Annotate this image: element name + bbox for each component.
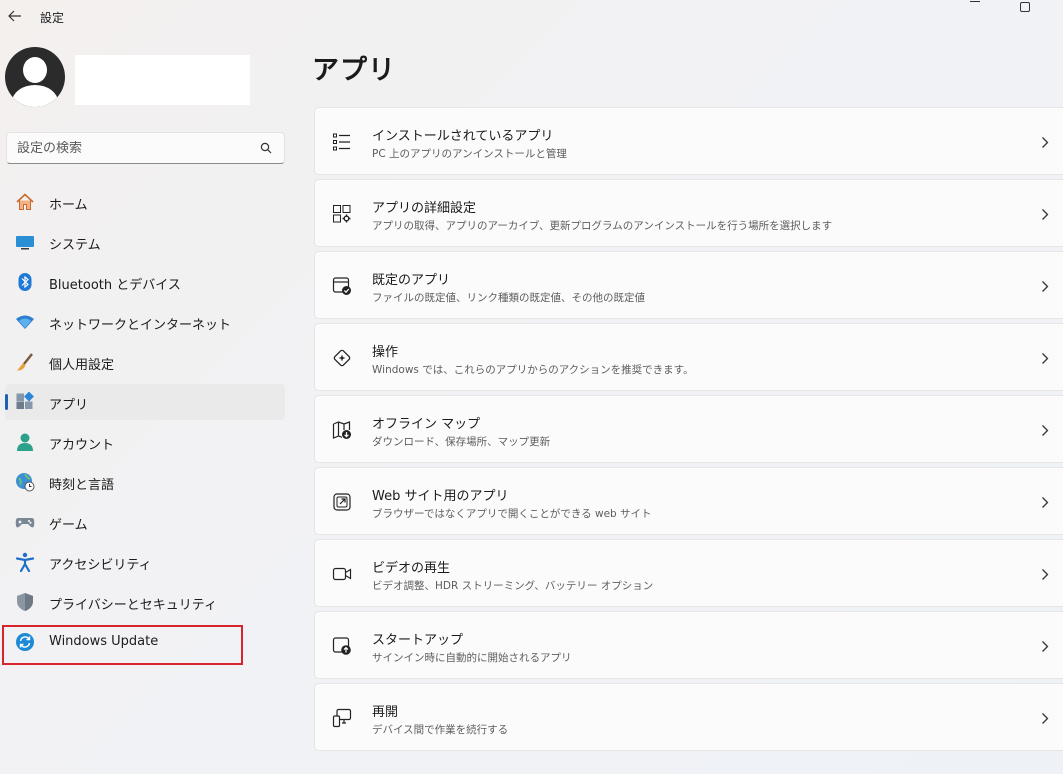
sidebar-item-apps[interactable]: アプリ xyxy=(5,384,285,420)
card-title: インストールされているアプリ xyxy=(372,129,554,144)
sidebar-item-label: 個人用設定 xyxy=(49,358,115,373)
card-title: 再開 xyxy=(372,705,399,720)
accessibility-icon xyxy=(15,552,35,572)
card-title: アプリの詳細設定 xyxy=(372,201,477,216)
system-icon xyxy=(15,232,35,252)
sidebar-item-label: システム xyxy=(49,238,101,253)
selection-indicator xyxy=(5,394,8,410)
video-icon xyxy=(331,563,353,585)
card-title: スタートアップ xyxy=(372,633,464,648)
back-arrow-icon xyxy=(8,10,21,22)
sidebar-item-gaming[interactable]: ゲーム xyxy=(5,504,285,540)
card-title: オフライン マップ xyxy=(372,417,481,432)
startup-icon xyxy=(331,635,353,657)
card-installed-apps[interactable]: インストールされているアプリ PC 上のアプリのアンインストールと管理 xyxy=(314,107,1063,175)
shield-icon xyxy=(15,592,35,612)
window-title: 設定 xyxy=(40,11,65,25)
search-input[interactable] xyxy=(7,140,247,156)
card-subtitle: ブラウザーではなくアプリで開くことができる web サイト xyxy=(372,508,652,520)
card-subtitle: Windows では、これらのアプリからのアクションを推奨できます。 xyxy=(372,364,694,376)
open-external-icon xyxy=(331,491,353,513)
chevron-right-icon xyxy=(1039,710,1051,726)
user-info-redacted xyxy=(75,55,250,105)
chevron-right-icon xyxy=(1039,566,1051,582)
brush-icon xyxy=(15,352,35,372)
sidebar-item-accounts[interactable]: アカウント xyxy=(5,424,285,460)
app-settings-icon xyxy=(331,203,353,225)
card-subtitle: デバイス間で作業を続行する xyxy=(372,724,509,736)
globe-clock-icon xyxy=(15,472,35,492)
map-download-icon xyxy=(331,419,353,441)
card-actions[interactable]: 操作 Windows では、これらのアプリからのアクションを推奨できます。 xyxy=(314,323,1063,391)
card-video-playback[interactable]: ビデオの再生 ビデオ調整、HDR ストリーミング、バッテリー オプション xyxy=(314,539,1063,607)
card-subtitle: ファイルの既定値、リンク種類の既定値、その他の既定値 xyxy=(372,292,645,304)
wifi-icon xyxy=(15,312,35,332)
sidebar-item-label: アカウント xyxy=(49,438,115,453)
chevron-right-icon xyxy=(1039,206,1051,222)
list-icon xyxy=(331,131,353,153)
settings-card-list: インストールされているアプリ PC 上のアプリのアンインストールと管理 アプリの… xyxy=(314,107,1063,755)
sidebar-item-personalization[interactable]: 個人用設定 xyxy=(5,344,285,380)
card-subtitle: ダウンロード、保存場所、マップ更新 xyxy=(372,436,551,448)
minimize-button[interactable] xyxy=(970,0,980,2)
chevron-right-icon xyxy=(1039,638,1051,654)
resume-icon xyxy=(331,707,353,729)
back-button[interactable] xyxy=(4,5,26,27)
sidebar-item-system[interactable]: システム xyxy=(5,224,285,260)
sidebar-item-accessibility[interactable]: アクセシビリティ xyxy=(5,544,285,580)
sidebar-item-label: アクセシビリティ xyxy=(49,558,152,573)
sidebar-item-privacy-security[interactable]: プライバシーとセキュリティ xyxy=(5,584,285,620)
card-subtitle: ビデオ調整、HDR ストリーミング、バッテリー オプション xyxy=(372,580,654,592)
search-box[interactable] xyxy=(6,132,285,164)
annotation-highlight xyxy=(2,625,243,665)
actions-icon xyxy=(331,347,353,369)
default-apps-icon xyxy=(331,275,353,297)
sidebar-item-label: ネットワークとインターネット xyxy=(49,318,232,333)
card-default-apps[interactable]: 既定のアプリ ファイルの既定値、リンク種類の既定値、その他の既定値 xyxy=(314,251,1063,319)
sidebar-item-label: Bluetooth とデバイス xyxy=(49,278,181,293)
gamepad-icon xyxy=(15,512,35,532)
chevron-right-icon xyxy=(1039,350,1051,366)
card-offline-maps[interactable]: オフライン マップ ダウンロード、保存場所、マップ更新 xyxy=(314,395,1063,463)
chevron-right-icon xyxy=(1039,422,1051,438)
card-resume[interactable]: 再開 デバイス間で作業を続行する xyxy=(314,683,1063,751)
chevron-right-icon xyxy=(1039,494,1051,510)
card-title: ビデオの再生 xyxy=(372,561,451,576)
bluetooth-icon xyxy=(15,272,35,292)
card-title: Web サイト用のアプリ xyxy=(372,489,509,504)
title-bar: 設定 xyxy=(0,0,1063,32)
card-advanced-app-settings[interactable]: アプリの詳細設定 アプリの取得、アプリのアーカイブ、更新プログラムのアンインスト… xyxy=(314,179,1063,247)
home-icon xyxy=(15,192,35,212)
card-subtitle: PC 上のアプリのアンインストールと管理 xyxy=(372,148,567,160)
maximize-button[interactable] xyxy=(1020,2,1030,12)
chevron-right-icon xyxy=(1039,278,1051,294)
sidebar-item-bluetooth[interactable]: Bluetooth とデバイス xyxy=(5,264,285,300)
search-icon xyxy=(260,142,272,154)
card-apps-for-websites[interactable]: Web サイト用のアプリ ブラウザーではなくアプリで開くことができる web サ… xyxy=(314,467,1063,535)
avatar[interactable] xyxy=(5,47,65,107)
sidebar-nav: ホーム システム Bluetooth とデバイス ネットワークとインターネット … xyxy=(5,184,285,664)
sidebar-item-network[interactable]: ネットワークとインターネット xyxy=(5,304,285,340)
apps-icon xyxy=(15,392,35,412)
card-subtitle: アプリの取得、アプリのアーカイブ、更新プログラムのアンインストールを行う場所を選… xyxy=(372,220,833,232)
card-startup[interactable]: スタートアップ サインイン時に自動的に開始されるアプリ xyxy=(314,611,1063,679)
sidebar-item-label: ゲーム xyxy=(49,518,88,533)
card-title: 操作 xyxy=(372,345,399,360)
sidebar-item-home[interactable]: ホーム xyxy=(5,184,285,220)
card-title: 既定のアプリ xyxy=(372,273,451,288)
sidebar-item-label: 時刻と言語 xyxy=(49,478,115,493)
account-icon xyxy=(15,432,35,452)
card-subtitle: サインイン時に自動的に開始されるアプリ xyxy=(372,652,572,664)
sidebar-item-label: ホーム xyxy=(49,198,88,213)
page-title: アプリ xyxy=(312,55,396,86)
sidebar-item-time-language[interactable]: 時刻と言語 xyxy=(5,464,285,500)
chevron-right-icon xyxy=(1039,134,1051,150)
sidebar-item-label: プライバシーとセキュリティ xyxy=(49,598,217,613)
sidebar-item-label: アプリ xyxy=(49,398,89,413)
